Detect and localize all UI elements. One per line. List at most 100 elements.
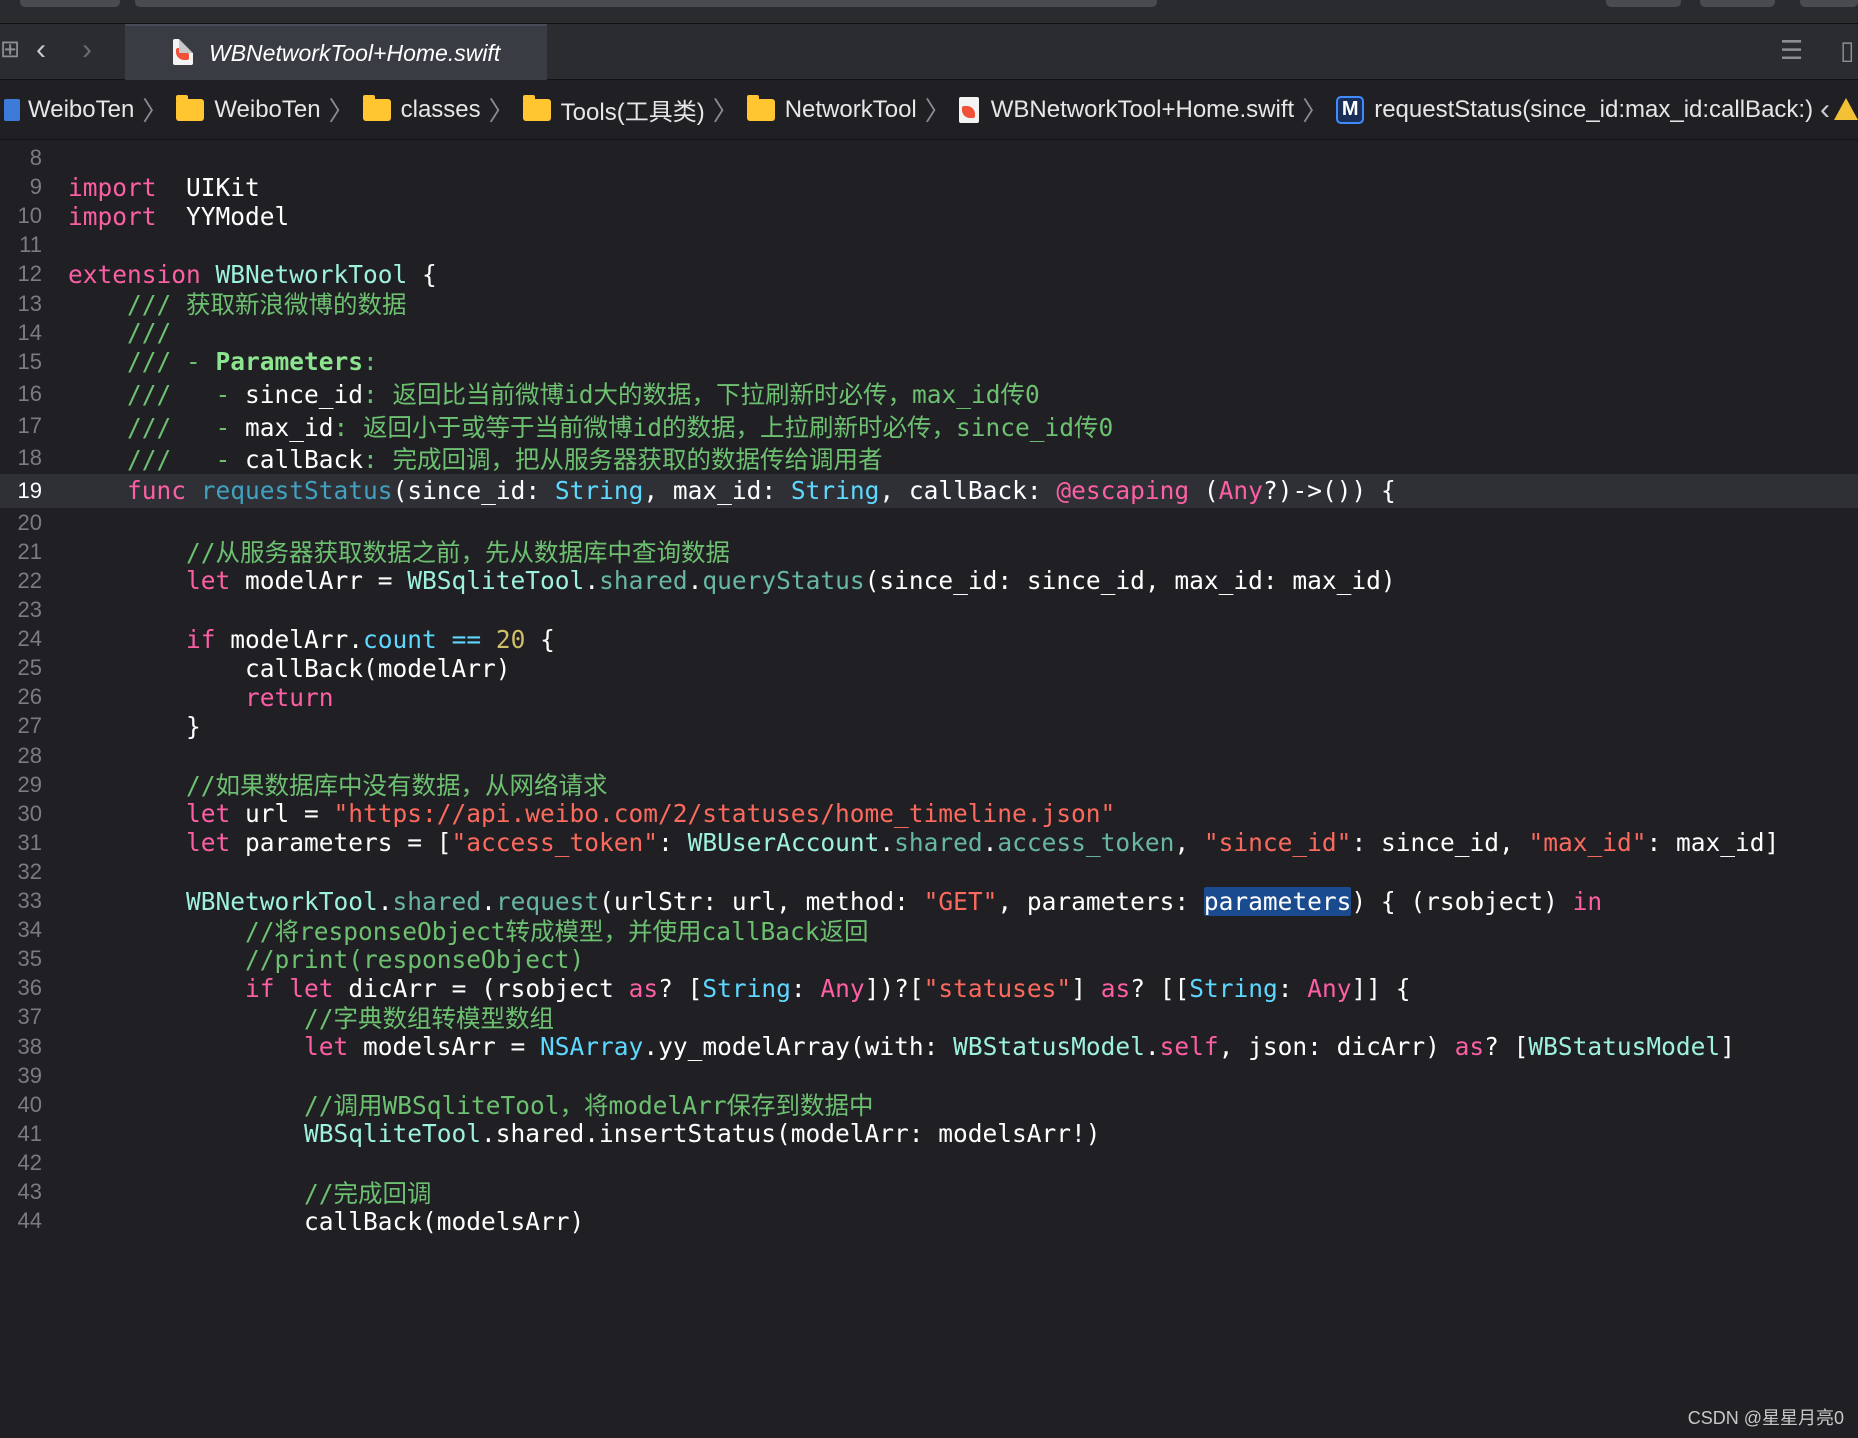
code-token: let <box>304 1032 349 1061</box>
line-number: 9 <box>29 174 42 200</box>
code-token: since_id <box>245 380 364 410</box>
breadcrumb-label: WeiboTen <box>28 95 135 123</box>
code-token: if <box>245 973 275 1003</box>
code-token: as <box>1454 1032 1485 1061</box>
breadcrumb-label: Tools(工具类) <box>560 99 705 126</box>
code-token: : 完成回调，把从服务器获取的数据传给调用者 <box>363 444 883 474</box>
chevron-right-icon: 〉 <box>1302 96 1329 126</box>
chevron-right-icon: 〉 <box>328 96 355 126</box>
breadcrumb-item-networktool[interactable]: NetworkTool <box>746 94 917 124</box>
code-token: String <box>554 476 644 505</box>
code-token: self <box>1159 1032 1219 1061</box>
folder-icon <box>522 94 551 121</box>
line-number: 34 <box>17 917 42 943</box>
code-text: let url = "https://api.weibo.com/2/statu… <box>68 799 1115 828</box>
code-text: if modelArr.count == 20 { <box>68 625 555 654</box>
line-number: 11 <box>19 232 42 258</box>
folder-icon <box>746 94 775 121</box>
breadcrumb-item-project[interactable]: WeiboTen <box>4 96 134 124</box>
code-token: shared <box>599 566 688 596</box>
method-icon: M <box>1336 95 1365 124</box>
code-token: ]] { <box>1351 973 1411 1003</box>
code-token: "since_id" <box>1203 828 1352 858</box>
code-line[interactable]: 44 callBack(modelsArr) <box>0 1204 1858 1238</box>
line-number: 28 <box>17 742 42 768</box>
code-line[interactable]: 15 /// - Parameters: <box>0 345 1858 379</box>
forward-arrow-icon[interactable]: › <box>82 32 92 68</box>
code-token: return <box>245 682 334 712</box>
code-token: . <box>982 828 998 858</box>
code-token: Parameters <box>215 347 364 377</box>
back-arrow-icon[interactable]: ‹ <box>36 32 46 68</box>
code-token: . <box>879 828 895 858</box>
watermark: CSDN @星星月亮0 <box>1687 1408 1844 1428</box>
code-token: , <box>1174 828 1204 858</box>
code-text: //print(responseObject) <box>68 945 584 974</box>
chevron-left-icon[interactable]: ‹ <box>1820 93 1830 127</box>
chevron-right-icon: 〉 <box>488 96 515 126</box>
code-token: import <box>68 201 157 231</box>
line-number: 12 <box>17 261 42 287</box>
code-line[interactable]: 17 /// - max_id: 返回小于或等于当前微博id的数据，上拉刷新时必… <box>0 409 1858 443</box>
code-text: return <box>68 683 334 712</box>
code-token: callBack <box>245 444 364 474</box>
code-token: : <box>1277 973 1308 1003</box>
toolbar-segment <box>1800 0 1858 7</box>
editor-options-icon[interactable]: ☰ <box>1780 32 1803 68</box>
split-editor-icon[interactable]: ▯ <box>1840 32 1854 68</box>
code-token: func <box>127 476 187 505</box>
activity-bar <box>135 0 1157 7</box>
code-token: == <box>451 624 482 654</box>
line-number: 13 <box>17 290 42 316</box>
code-line[interactable]: 19 func requestStatus(since_id: String, … <box>0 473 1858 508</box>
line-number: 44 <box>17 1208 42 1234</box>
code-token: "https://api.weibo.com/2/statuses/home_t… <box>333 799 1116 829</box>
code-token: let <box>186 799 231 829</box>
tab-active-file[interactable]: WBNetworkTool+Home.swift <box>125 24 547 80</box>
warning-icon[interactable] <box>1834 98 1858 120</box>
breadcrumb-item-method[interactable]: M requestStatus(since_id:max_id:callBack… <box>1336 95 1813 124</box>
code-token: let <box>289 973 334 1003</box>
code-token: UIKit <box>156 172 260 202</box>
line-number: 14 <box>17 319 42 345</box>
code-token: modelArr = <box>230 566 408 596</box>
code-token: WBUserAccount <box>687 828 880 858</box>
code-line[interactable]: 16 /// - since_id: 返回比当前微博id大的数据，下拉刷新时必传… <box>0 377 1858 411</box>
code-token: : <box>363 347 378 377</box>
breadcrumb-item-group[interactable]: WeiboTen <box>176 94 321 124</box>
line-number: 29 <box>17 771 42 797</box>
code-token: : since_id, <box>1351 828 1529 858</box>
toolbar-segment <box>1700 0 1775 7</box>
line-number: 26 <box>17 684 42 710</box>
code-token: : 返回小于或等于当前微博id的数据，上拉刷新时必传，since_id传0 <box>333 412 1114 442</box>
code-token: WBSqliteTool <box>304 1119 482 1149</box>
toolbar-segment <box>20 0 120 7</box>
breadcrumb-item-tools[interactable]: Tools(工具类) <box>522 92 705 127</box>
code-token: url = <box>230 799 334 829</box>
line-number: 43 <box>17 1179 42 1204</box>
code-token: as <box>1100 973 1131 1003</box>
code-token: ? [[ <box>1130 973 1190 1003</box>
grid-icon[interactable]: ⊞ <box>0 32 20 68</box>
breadcrumb-item-file[interactable]: WBNetworkTool+Home.swift <box>958 95 1295 124</box>
code-token: . <box>584 566 600 596</box>
code-token: .shared.insertStatus(modelArr: modelsArr… <box>481 1119 1101 1149</box>
breadcrumb-label: WBNetworkTool+Home.swift <box>990 95 1295 123</box>
breadcrumb-label: NetworkTool <box>784 95 917 123</box>
source-editor[interactable]: 8 9 import UIKit 10 import YYModel 11 12 extens… <box>0 141 1858 1438</box>
line-number: 16 <box>17 380 42 406</box>
code-token: in <box>1572 886 1603 916</box>
code-token: "access_token" <box>451 828 659 858</box>
code-line[interactable]: 18 /// - callBack: 完成回调，把从服务器获取的数据传给调用者 <box>0 441 1858 475</box>
code-token: queryStatus <box>702 566 865 596</box>
code-token: , parameters: <box>997 886 1204 916</box>
line-number: 22 <box>17 567 42 593</box>
code-token: String <box>702 973 791 1003</box>
breadcrumb-item-classes[interactable]: classes <box>362 94 481 124</box>
code-token: modelsArr = <box>348 1032 541 1061</box>
